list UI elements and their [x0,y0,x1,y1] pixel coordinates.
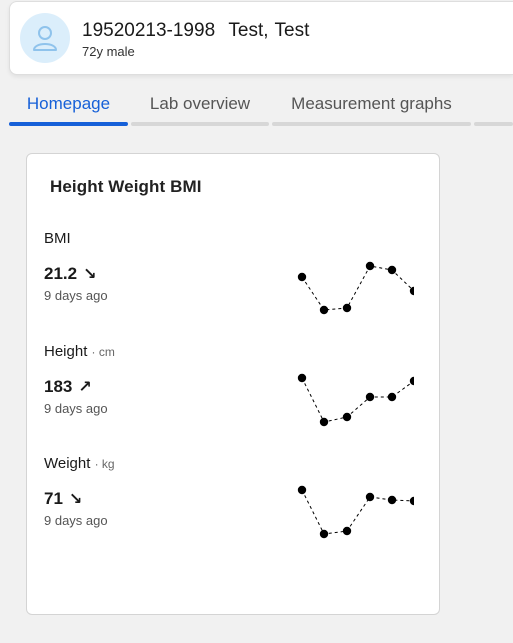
patient-identity: 19520213-1998 Test, Test [82,20,309,42]
sparkline-point [342,526,352,536]
sparkline-point [365,392,375,402]
metric-weight[interactable]: Weight · kg 71 ↘ 9 days ago [44,455,424,555]
weight-sparkline [297,485,414,539]
bmi-sparkline [297,261,414,315]
sparkline-point [342,412,352,422]
sparkline-point [387,265,397,275]
patient-age-sex: 72y male [82,44,135,59]
sparkline-point [319,417,329,427]
metric-label: BMI [44,230,71,247]
tab-lab-overview[interactable]: Lab overview [131,86,269,126]
arrow-up-right-icon: ↗ [78,379,92,396]
sparkline-point [297,485,307,495]
metric-timestamp: 9 days ago [44,288,108,303]
tab-indicator [9,122,128,126]
sparkline-point [409,496,414,506]
sparkline-point [297,373,307,383]
tab-measurement-graphs[interactable]: Measurement graphs [272,86,471,126]
patient-name: Test, Test [228,20,310,41]
arrow-down-right-icon: ↘ [68,491,83,508]
sparkline-point [319,529,329,539]
tab-underline [272,122,471,126]
sparkline-point [342,303,352,313]
sparkline-point [387,495,397,505]
tab-homepage[interactable]: Homepage [9,86,128,126]
sparkline-point [387,392,397,402]
metric-timestamp: 9 days ago [44,401,108,416]
tab-underline [474,122,513,126]
sparkline-point [365,492,375,502]
height-weight-bmi-card: Height Weight BMI BMI 21.2 ↘ 9 days ago H… [26,153,440,615]
tab-overflow[interactable] [474,86,513,126]
person-icon [33,26,57,51]
tab-underline [131,122,269,126]
sparkline-point [297,272,307,282]
sparkline-point [409,376,414,386]
card-title: Height Weight BMI [50,177,202,196]
metric-height[interactable]: Height · cm 183 ↗ 9 days ago [44,343,424,443]
sparkline-point [319,305,329,315]
metric-bmi[interactable]: BMI 21.2 ↘ 9 days ago [44,230,424,330]
height-sparkline [297,373,414,427]
patient-id: 19520213-1998 [82,20,216,41]
metric-label: Weight · kg [44,455,115,472]
arrow-down-right-icon: ↘ [83,266,97,283]
avatar [20,13,70,63]
tab-bar: Homepage Lab overview Measurement graphs [9,86,513,126]
patient-header: 19520213-1998 Test, Test 72y male [9,1,513,75]
metric-value: 21.2 ↘ [44,264,97,283]
metric-label: Height · cm [44,343,115,360]
metric-value: 71 ↘ [44,489,83,508]
metric-timestamp: 9 days ago [44,513,108,528]
sparkline-point [365,261,375,271]
metric-value: 183 ↗ [44,377,92,396]
